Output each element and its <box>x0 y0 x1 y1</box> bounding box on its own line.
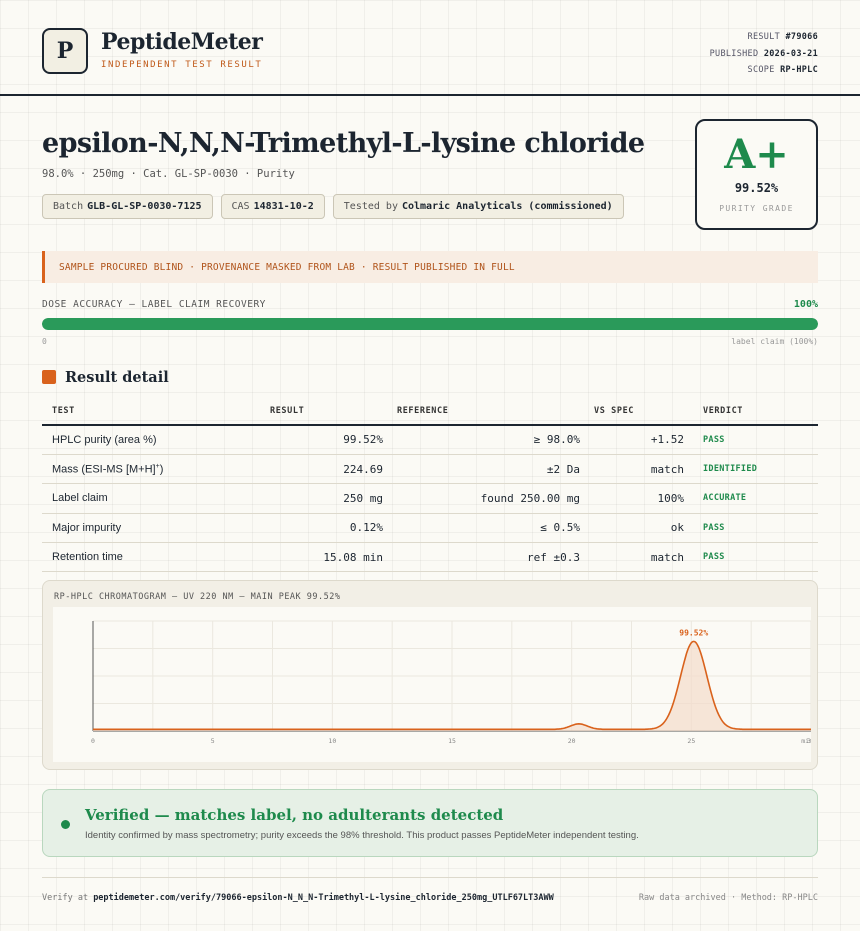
footer-method: Raw data archived · Method: RP-HPLC <box>638 893 818 903</box>
cell-spec: match <box>580 454 684 485</box>
x-axis-unit-label: min <box>801 737 811 745</box>
cell-reference: ±2 Da <box>383 454 580 485</box>
cell-verdict: IDENTIFIED <box>684 454 818 485</box>
table-row: Mass (ESI-MS [M+H]+) 224.69 ±2 Da match … <box>42 454 818 485</box>
x-tick-label: 20 <box>568 737 576 745</box>
cell-spec: 100% <box>580 483 684 514</box>
chip-cas: CAS 14831-10-2 <box>220 194 325 219</box>
peak-annotation: 99.52% <box>679 628 708 637</box>
cell-reference: found 250.00 mg <box>383 483 580 514</box>
brand-tagline: INDEPENDENT TEST RESULT <box>101 60 263 70</box>
cell-result: 15.08 min <box>260 542 383 573</box>
cell-verdict: PASS <box>684 513 818 544</box>
x-tick-label: 25 <box>687 737 695 745</box>
grade-value: 99.52% <box>734 181 779 195</box>
dose-accuracy-percent: 100% <box>793 299 818 310</box>
footer-divider <box>42 877 818 878</box>
verify-link-line: Verify at peptidemeter.com/verify/79066-… <box>42 893 554 903</box>
meta-result: RESULT #79066 <box>747 32 818 42</box>
cell-spec: ok <box>580 513 684 544</box>
verified-subtitle: Identity confirmed by mass spectrometry;… <box>85 830 639 841</box>
verified-banner: Verified — matches label, no adulterants… <box>42 789 818 857</box>
col-reference: REFERENCE <box>383 397 580 426</box>
chip-batch: Batch GLB-GL-SP-0030-7125 <box>42 194 213 219</box>
verified-dot-icon <box>61 820 70 829</box>
x-tick-label: 15 <box>448 737 456 745</box>
cell-spec: match <box>580 542 684 573</box>
chip-tested-by: Tested by Colmaric Analyticals (commissio… <box>332 194 624 219</box>
table-row: Label claim 250 mg found 250.00 mg 100% … <box>42 483 818 514</box>
cell-result: 250 mg <box>260 483 383 514</box>
col-vs-spec: VS SPEC <box>580 397 684 426</box>
section-marker <box>42 370 56 384</box>
cell-test: HPLC purity (area %) <box>42 425 260 455</box>
cell-verdict: ACCURATE <box>684 483 818 514</box>
grade-label: PURITY GRADE <box>719 204 794 213</box>
cell-result: 99.52% <box>260 425 383 455</box>
purity-grade-card: A+ 99.52% PURITY GRADE <box>695 119 818 230</box>
cell-test: Mass (ESI-MS [M+H]+) <box>42 454 260 485</box>
product-chips: Batch GLB-GL-SP-0030-7125 CAS 14831-10-2 T… <box>42 194 624 219</box>
cell-result: 0.12% <box>260 513 383 544</box>
brand-name: PeptideMeter <box>101 29 263 55</box>
table-row: Retention time 15.08 min ref ±0.3 match … <box>42 542 818 573</box>
verified-title: Verified — matches label, no adulterants… <box>85 806 504 824</box>
chromatogram-chart: 051015202530min99.52% <box>53 607 811 762</box>
col-verdict: VERDICT <box>684 397 818 426</box>
result-meta: RESULT #79066 PUBLISHED 2026-03-21 SCOPE… <box>710 29 818 79</box>
product-name: epsilon-N,N,N-Trimethyl-L-lysine chlorid… <box>42 128 645 159</box>
dose-min-label: 0 <box>42 337 47 346</box>
verify-url[interactable]: peptidemeter.com/verify/79066-epsilon-N_… <box>93 893 554 903</box>
grade-letter: A+ <box>724 131 789 178</box>
dose-progress-fill <box>42 318 818 330</box>
cell-reference: ≥ 98.0% <box>383 425 580 455</box>
meta-published: PUBLISHED 2026-03-21 <box>709 48 818 59</box>
dose-accuracy-label: DOSE ACCURACY — LABEL CLAIM RECOVERY <box>42 299 266 310</box>
blind-sample-notice: SAMPLE PROCURED BLIND · PROVENANCE MASKE… <box>42 251 818 283</box>
cell-spec: +1.52 <box>580 425 684 455</box>
report-header: P PeptideMeter INDEPENDENT TEST RESULT R… <box>0 0 860 96</box>
cell-reference: ≤ 0.5% <box>383 513 580 544</box>
dose-max-label: label claim (100%) <box>731 337 818 346</box>
x-tick-label: 10 <box>328 737 336 745</box>
x-tick-label: 0 <box>91 737 95 745</box>
table-row: Major impurity 0.12% ≤ 0.5% ok PASS <box>42 513 818 544</box>
cell-test: Retention time <box>42 542 260 573</box>
brand-logo: P <box>42 28 88 74</box>
cell-result: 224.69 <box>260 454 383 485</box>
cell-test: Major impurity <box>42 513 260 544</box>
col-test: TEST <box>42 397 260 426</box>
cell-test: Label claim <box>42 483 260 514</box>
chromatogram-title: RP-HPLC CHROMATOGRAM — UV 220 NM — MAIN … <box>54 592 341 602</box>
result-table: TEST RESULT REFERENCE VS SPEC VERDICT HP… <box>42 397 818 573</box>
chromatogram-panel: RP-HPLC CHROMATOGRAM — UV 220 NM — MAIN … <box>42 580 818 770</box>
col-result: RESULT <box>260 397 383 426</box>
x-tick-label: 5 <box>211 737 215 745</box>
product-subtitle: 98.0% · 250mg · Cat. GL-SP-0030 · Purity <box>42 168 295 180</box>
table-header-row: TEST RESULT REFERENCE VS SPEC VERDICT <box>42 397 818 426</box>
section-title: Result detail <box>65 369 169 386</box>
cell-verdict: PASS <box>684 425 818 455</box>
cell-reference: ref ±0.3 <box>383 542 580 573</box>
table-row: HPLC purity (area %) 99.52% ≥ 98.0% +1.5… <box>42 425 818 455</box>
cell-verdict: PASS <box>684 542 818 573</box>
dose-progress-track <box>42 318 818 330</box>
meta-scope: SCOPE RP-HPLC <box>747 65 818 75</box>
